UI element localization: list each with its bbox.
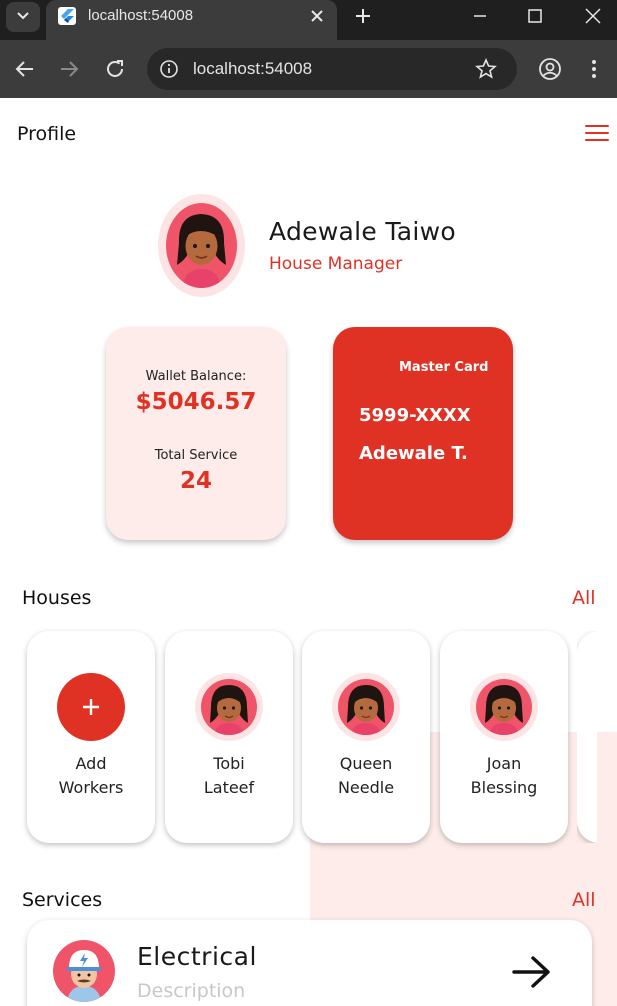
app-page: Profile Adewale Taiwo House Manager Wall… (0, 98, 617, 1006)
total-service-label: Total Service (154, 448, 238, 463)
minimize-icon[interactable] (470, 6, 490, 26)
browser-toolbar: localhost:54008 (0, 40, 617, 98)
worker-name: Queen Needle (337, 754, 395, 797)
electrician-avatar-icon (67, 950, 101, 1002)
profile-avatar (158, 194, 245, 297)
card-holder: Adewale T. (359, 443, 468, 464)
wallet-balance-value: $5046.57 (135, 389, 257, 415)
url-text[interactable]: localhost:54008 (193, 58, 312, 80)
houses-all-link[interactable]: All (572, 585, 596, 611)
worker-card[interactable]: Tobi Lateef (165, 631, 293, 843)
account-icon[interactable] (538, 57, 562, 81)
wallet-balance-label: Wallet Balance: (145, 369, 247, 384)
avatar (476, 679, 532, 735)
tab-search-button[interactable] (6, 2, 40, 32)
browser-tabstrip: localhost:54008 (0, 0, 617, 40)
tab-title: localhost:54008 (88, 7, 194, 24)
back-arrow-icon[interactable] (14, 58, 36, 80)
master-card[interactable]: Master Card 5999-XXXX Adewale T. (333, 327, 513, 540)
address-bar[interactable]: localhost:54008 (147, 48, 517, 90)
maximize-icon[interactable] (525, 6, 545, 26)
girl-avatar-icon (347, 685, 385, 735)
arrow-right-icon[interactable] (511, 954, 553, 990)
info-icon[interactable] (159, 59, 179, 79)
page-title: Profile (17, 123, 77, 145)
add-workers-card[interactable]: Add Workers (27, 631, 155, 843)
user-role: House Manager (269, 254, 403, 274)
browser-tab[interactable]: localhost:54008 (46, 0, 337, 40)
hamburger-menu-icon[interactable] (585, 125, 609, 143)
flutter-icon (58, 7, 76, 25)
card-number: 5999-XXXX (359, 405, 471, 426)
add-button[interactable] (57, 673, 125, 741)
worker-name: Tobi Lateef (203, 754, 255, 797)
avatar (201, 679, 257, 735)
window-close-icon[interactable] (583, 6, 603, 26)
chevron-down-icon (17, 12, 29, 20)
services-all-link[interactable]: All (572, 887, 596, 913)
service-description: Description (137, 980, 246, 1002)
girl-avatar-icon (485, 685, 523, 735)
more-vert-icon[interactable] (584, 57, 604, 81)
wallet-card[interactable]: Wallet Balance: $5046.57 Total Service 2… (106, 327, 286, 540)
bookmark-star-icon[interactable] (475, 58, 497, 80)
worker-card[interactable]: Joan Blessing (440, 631, 568, 843)
houses-title: Houses (22, 587, 92, 609)
worker-avatar (195, 673, 263, 741)
user-name: Adewale Taiwo (269, 217, 456, 246)
service-name: Electrical (137, 942, 257, 971)
reload-icon[interactable] (104, 58, 126, 80)
worker-name: Add Workers (58, 754, 124, 797)
worker-avatar (332, 673, 400, 741)
forward-arrow-icon[interactable] (58, 58, 80, 80)
service-card-electrical[interactable]: Electrical Description (27, 920, 592, 1006)
girl-avatar-icon (210, 685, 248, 735)
plus-icon (83, 699, 99, 715)
worker-card-overflow (577, 631, 597, 843)
worker-card[interactable]: Queen Needle (302, 631, 430, 843)
card-title: Master Card (399, 360, 489, 375)
services-title: Services (22, 889, 103, 911)
avatar (338, 679, 394, 735)
worker-avatar (470, 673, 538, 741)
close-icon[interactable] (308, 7, 326, 25)
new-tab-icon[interactable] (353, 6, 373, 26)
worker-name: Joan Blessing (470, 754, 538, 797)
avatar (53, 940, 115, 1002)
total-service-value: 24 (179, 468, 212, 494)
girl-avatar-icon (177, 214, 226, 288)
avatar (166, 203, 237, 288)
